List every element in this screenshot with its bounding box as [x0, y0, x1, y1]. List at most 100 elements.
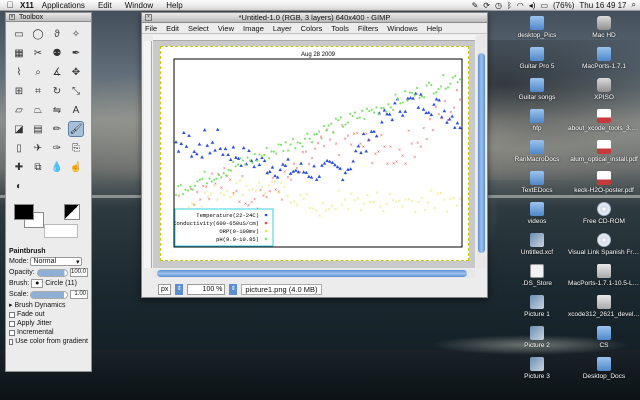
opacity-slider[interactable] — [36, 268, 68, 277]
heal-icon[interactable]: ✚ — [11, 159, 27, 175]
move-icon[interactable]: ✥ — [68, 64, 84, 80]
apply-jitter-row[interactable]: Apply Jitter — [9, 320, 88, 327]
vertical-ruler[interactable] — [144, 41, 152, 268]
zoom-icon[interactable]: ⌕ — [30, 64, 46, 80]
desktop-icon[interactable]: CS — [568, 326, 640, 349]
foreground-select-icon[interactable]: ⚉ — [49, 45, 65, 61]
scale-slider[interactable] — [30, 290, 68, 299]
active-image-thumb[interactable] — [64, 204, 80, 220]
clock[interactable]: Thu 16 49 17 — [579, 1, 626, 10]
desktop-icon[interactable]: Desktop_Docs — [568, 357, 640, 380]
desktop-icon[interactable]: Untitled.xcf — [501, 233, 573, 256]
desktop-icon[interactable]: MacPorts-1.7.1 — [568, 47, 640, 70]
vertical-scrollbar[interactable] — [477, 35, 486, 268]
horizontal-scroll-thumb[interactable] — [157, 270, 467, 277]
desktop-icon[interactable]: keck-H2O-poster.pdf — [568, 171, 640, 194]
clone-icon[interactable]: ⎘ — [68, 140, 84, 156]
toolbox-titlebar[interactable]: × Toolbox — [6, 13, 91, 22]
scale-icon[interactable]: ⤡ — [68, 83, 84, 99]
desktop-icon[interactable]: TextEDocs — [501, 171, 573, 194]
menu-applications[interactable]: Applications — [42, 1, 85, 10]
blur-icon[interactable]: 💧 — [49, 159, 65, 175]
rect-select-icon[interactable]: ▭ — [11, 26, 27, 42]
foreground-color[interactable] — [14, 204, 34, 220]
crop-icon[interactable]: ⌗ — [30, 83, 46, 99]
desktop-icon[interactable]: Picture 1 — [501, 295, 573, 318]
spotlight-icon[interactable]: ⌕ — [632, 0, 636, 10]
free-select-icon[interactable]: ϑ — [49, 26, 65, 42]
menu-filters[interactable]: Filters — [358, 24, 378, 33]
align-icon[interactable]: ⊞ — [11, 83, 27, 99]
battery-icon[interactable]: ▭ — [540, 1, 548, 10]
incremental-checkbox[interactable] — [9, 329, 15, 336]
pencil-icon[interactable]: ✏ — [49, 121, 65, 137]
menu-view[interactable]: View — [218, 24, 234, 33]
desktop-icon[interactable]: .DS_Store — [501, 264, 573, 287]
desktop-icon[interactable]: Visual Link Spanish Free CD-ROM — [568, 233, 640, 256]
dodge-burn-icon[interactable]: ◐ — [11, 178, 27, 194]
menu-edit[interactable]: Edit — [98, 1, 112, 10]
shear-icon[interactable]: ▱ — [11, 102, 27, 118]
desktop-icon[interactable]: about_xcode_tools_3.1.2.pdf — [568, 109, 640, 132]
desktop-icon[interactable]: Mac HD — [568, 16, 640, 39]
fade-out-checkbox[interactable] — [9, 311, 15, 318]
desktop-icon[interactable]: MacPorts-1.7.1-10.5-Leopard.dmg — [568, 264, 640, 287]
close-icon[interactable]: × — [145, 14, 152, 21]
perspective-icon[interactable]: ⏢ — [30, 102, 46, 118]
bucket-fill-icon[interactable]: ◪ — [11, 121, 27, 137]
use-gradient-checkbox[interactable] — [9, 338, 14, 345]
image-window-titlebar[interactable]: × *Untitled-1.0 (RGB, 3 layers) 640x400 … — [142, 13, 487, 23]
unit-select[interactable]: px — [158, 284, 172, 295]
zoom-stepper-icon[interactable]: ⇕ — [229, 284, 238, 295]
incremental-row[interactable]: Incremental — [9, 329, 88, 336]
desktop-icon[interactable]: xcode312_2621_developerdvd.dmg — [568, 295, 640, 318]
rotate-icon[interactable]: ↻ — [49, 83, 65, 99]
menu-colors[interactable]: Colors — [301, 24, 323, 33]
desktop-icon[interactable]: hfp — [501, 109, 573, 132]
ellipse-select-icon[interactable]: ◯ — [30, 26, 46, 42]
image-canvas[interactable]: Aug 28 2009 × × × × × × × × × × × × × × × × × × × × × × × × × × × ×… — [160, 46, 469, 261]
fade-out-row[interactable]: Fade out — [9, 311, 88, 318]
opacity-value[interactable]: 100.0 — [70, 268, 88, 277]
flip-icon[interactable]: ⇋ — [49, 102, 65, 118]
mode-select[interactable]: Normal ▾ — [30, 257, 83, 266]
wifi-icon[interactable]: ◠ — [517, 1, 524, 10]
desktop-icon[interactable]: Free CD-ROM — [568, 202, 640, 225]
horizontal-scrollbar[interactable] — [153, 269, 475, 278]
paths-icon[interactable]: ✒ — [68, 45, 84, 61]
desktop-icon[interactable]: videos — [501, 202, 573, 225]
text-icon[interactable]: A — [68, 102, 84, 118]
timemachine-icon[interactable]: ◷ — [495, 1, 502, 10]
desktop-icon[interactable]: alum_optical_install.pdf — [568, 140, 640, 163]
script-icon[interactable]: ✎ — [472, 1, 479, 10]
brush-circle-icon[interactable]: ● — [31, 279, 44, 288]
menu-file[interactable]: File — [145, 24, 157, 33]
volume-icon[interactable]: ◂) — [529, 1, 536, 10]
vertical-scroll-thumb[interactable] — [478, 53, 485, 253]
menu-tools[interactable]: Tools — [331, 24, 349, 33]
menu-window[interactable]: Window — [125, 1, 153, 10]
brush-preview[interactable] — [44, 224, 78, 238]
desktop-icon[interactable]: Picture 2 — [501, 326, 573, 349]
blend-icon[interactable]: ▤ — [30, 121, 46, 137]
bluetooth-icon[interactable]: ᛒ — [507, 1, 512, 10]
eraser-icon[interactable]: ▯ — [11, 140, 27, 156]
desktop-icon[interactable]: desktop_Pics — [501, 16, 573, 39]
scale-value[interactable]: 1.00 — [70, 290, 88, 299]
menu-edit[interactable]: Edit — [166, 24, 179, 33]
menu-help[interactable]: Help — [427, 24, 442, 33]
measure-icon[interactable]: ∡ — [49, 64, 65, 80]
app-name[interactable]: X11 — [20, 1, 34, 10]
desktop-icon[interactable]: RanMacroDocs — [501, 140, 573, 163]
menu-layer[interactable]: Layer — [273, 24, 292, 33]
menu-image[interactable]: Image — [243, 24, 264, 33]
use-gradient-row[interactable]: Use color from gradient — [9, 338, 88, 345]
desktop-icon[interactable]: Guitar Pro 5 — [501, 47, 573, 70]
desktop-icon[interactable]: XPISO — [568, 78, 640, 101]
smudge-icon[interactable]: ☝ — [68, 159, 84, 175]
airbrush-icon[interactable]: ✈ — [30, 140, 46, 156]
menu-select[interactable]: Select — [188, 24, 209, 33]
zoom-select[interactable]: 100 % — [187, 284, 226, 295]
desktop-icon[interactable]: Picture 3 — [501, 357, 573, 380]
fuzzy-select-icon[interactable]: ✧ — [68, 26, 84, 42]
